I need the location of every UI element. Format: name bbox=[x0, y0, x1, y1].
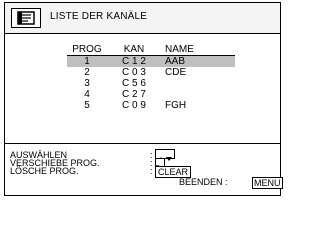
menu-list-icon bbox=[11, 8, 41, 28]
osd-window: LISTE DER KANÄLE PROG KAN NAME 1 C 1 2 A… bbox=[4, 2, 283, 196]
cell-prog: 3 bbox=[84, 78, 90, 89]
cell-kan: C 5 6 bbox=[122, 78, 146, 89]
help-delete-label: LÖSCHE PROG. bbox=[10, 166, 79, 176]
exit-label: BEENDEN : bbox=[179, 177, 228, 187]
column-header-prog: PROG bbox=[72, 44, 102, 55]
table-row[interactable]: 4 C 2 7 bbox=[67, 89, 235, 100]
help-colon: : bbox=[150, 166, 153, 176]
menu-key-button[interactable]: MENU bbox=[252, 177, 283, 189]
channel-table: PROG KAN NAME 1 C 1 2 AAB 2 C 0 3 CDE 3 … bbox=[67, 44, 235, 111]
column-header-name: NAME bbox=[165, 44, 194, 55]
column-header-kan: KAN bbox=[123, 44, 145, 55]
header-bar: LISTE DER KANÄLE bbox=[5, 3, 280, 34]
cell-prog: 1 bbox=[67, 56, 107, 67]
cell-kan: C 2 7 bbox=[122, 89, 146, 100]
cell-name: CDE bbox=[165, 67, 187, 78]
page-title: LISTE DER KANÄLE bbox=[50, 11, 148, 22]
cell-name: AAB bbox=[165, 56, 186, 67]
cell-prog: 4 bbox=[84, 89, 90, 100]
cell-kan: C 0 9 bbox=[122, 100, 146, 111]
cell-name: FGH bbox=[165, 100, 187, 111]
cell-prog: 2 bbox=[84, 67, 90, 78]
table-row[interactable]: 5 C 0 9 FGH bbox=[67, 100, 235, 111]
table-row[interactable]: 3 C 5 6 bbox=[67, 78, 235, 89]
table-header: PROG KAN NAME bbox=[67, 44, 235, 56]
divider bbox=[5, 143, 280, 144]
exit-colon: : bbox=[225, 177, 228, 187]
cell-prog: 5 bbox=[84, 100, 90, 111]
cell-kan: C 0 3 bbox=[122, 67, 146, 78]
table-row[interactable]: 2 C 0 3 CDE bbox=[67, 67, 235, 78]
cell-kan: C 1 2 bbox=[122, 56, 146, 67]
table-row[interactable]: 1 C 1 2 AAB bbox=[67, 56, 235, 67]
exit-text: BEENDEN bbox=[179, 177, 223, 187]
